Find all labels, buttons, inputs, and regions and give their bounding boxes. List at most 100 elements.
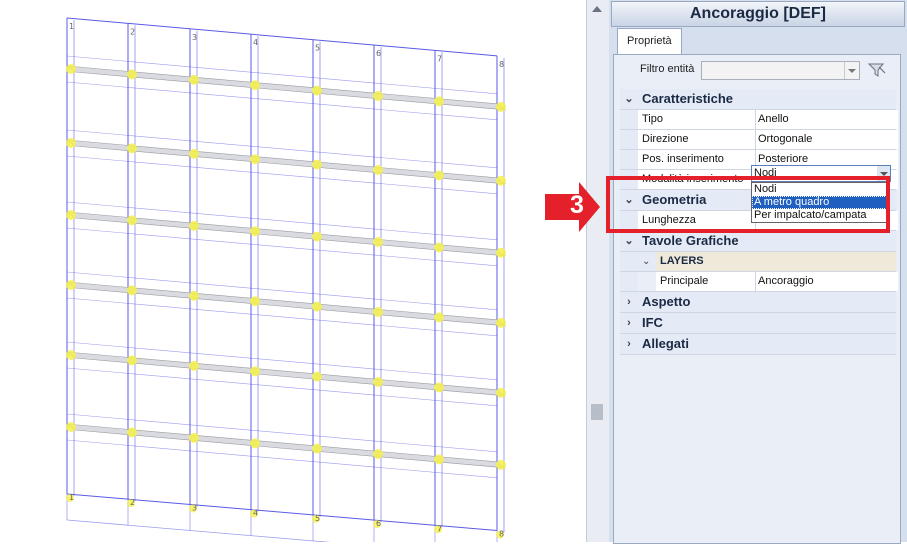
anchor-point [496, 101, 506, 112]
anchor-point [312, 443, 322, 454]
panel-tabbar: Proprietà [609, 27, 907, 55]
category-ifc[interactable]: › IFC [620, 313, 896, 334]
anchor-point [496, 175, 506, 186]
property-row-direzione[interactable]: Direzione Ortogonale [620, 130, 898, 150]
anchor-point [250, 296, 260, 307]
post-number-bottom: 6 [376, 519, 381, 528]
post-number-top: 4 [253, 38, 258, 47]
anchor-point [496, 459, 506, 470]
anchor-point [373, 237, 383, 248]
property-row-principale[interactable]: Principale Ancoraggio [620, 272, 898, 292]
post-number-bottom: 3 [192, 503, 197, 512]
anchor-point [127, 143, 137, 154]
filter-icon[interactable] [868, 62, 886, 78]
anchor-point [66, 350, 76, 360]
anchor-point [496, 247, 506, 258]
anchor-point [127, 355, 137, 366]
property-row-tipo[interactable]: Tipo Anello [620, 110, 898, 130]
post-number-top: 6 [376, 49, 381, 58]
anchor-point [312, 371, 322, 382]
property-name: Tipo [638, 110, 756, 129]
collapse-icon[interactable]: ⌄ [642, 252, 650, 271]
anchor-point [250, 226, 260, 237]
property-value[interactable]: Ancoraggio [756, 272, 898, 291]
anchor-point [66, 64, 76, 74]
subcategory-layers[interactable]: ⌄ LAYERS [620, 252, 896, 272]
anchor-point [312, 301, 322, 312]
post-number-top: 5 [315, 44, 320, 53]
anchor-point [127, 69, 137, 80]
anchor-point [189, 74, 199, 85]
anchor-point [189, 220, 199, 231]
scaffold-top-beam [66, 17, 498, 57]
callout-number: 3 [570, 191, 584, 219]
filter-label: Filtro entità [640, 63, 695, 75]
anchor-point [434, 96, 444, 107]
anchor-point [434, 312, 444, 323]
anchor-point [66, 422, 76, 432]
anchor-point [434, 170, 444, 181]
property-name: Direzione [638, 130, 756, 149]
expand-icon[interactable]: › [624, 313, 634, 333]
tab-properties[interactable]: Proprietà [617, 28, 682, 54]
post-number-top: 8 [499, 60, 504, 69]
properties-body: Filtro entità ⌄ Caratteristiche Tipo Ane… [613, 54, 901, 544]
viewport-scrollbar[interactable] [586, 0, 610, 542]
anchor-point [373, 91, 383, 102]
post-number-bottom: 4 [253, 509, 258, 518]
anchor-point [250, 154, 260, 165]
anchor-point [189, 148, 199, 159]
anchor-point [127, 215, 137, 226]
anchor-point [373, 449, 383, 460]
property-value[interactable]: Ortogonale [756, 130, 898, 149]
expand-icon[interactable]: › [624, 334, 634, 354]
scroll-up-icon[interactable] [592, 6, 602, 12]
anchor-point [127, 285, 137, 296]
category-aspetto[interactable]: › Aspetto [620, 292, 896, 313]
anchor-point [312, 231, 322, 242]
anchor-point [496, 317, 506, 328]
post-number-top: 1 [69, 22, 74, 31]
anchor-point [66, 138, 76, 148]
post-number-top: 3 [192, 33, 197, 42]
collapse-icon[interactable]: ⌄ [624, 231, 634, 251]
property-name: Principale [656, 272, 756, 291]
post-number-bottom: 1 [69, 493, 74, 502]
anchor-point [434, 382, 444, 393]
filter-combobox[interactable] [701, 61, 860, 80]
anchor-point [66, 210, 76, 220]
anchor-point [66, 280, 76, 290]
collapse-icon[interactable]: ⌄ [624, 89, 634, 109]
anchor-point [312, 159, 322, 170]
property-value[interactable]: Anello [756, 110, 898, 129]
category-caratteristiche[interactable]: ⌄ Caratteristiche [620, 89, 896, 110]
scroll-thumb[interactable] [591, 404, 603, 420]
property-name: Pos. inserimento [638, 150, 756, 169]
anchor-point [250, 366, 260, 377]
anchor-point [373, 377, 383, 388]
category-tavole-grafiche[interactable]: ⌄ Tavole Grafiche [620, 231, 896, 252]
post-number-top: 2 [130, 27, 135, 36]
anchor-point [312, 85, 322, 96]
anchor-point [434, 242, 444, 253]
anchor-point [127, 427, 137, 438]
anchor-point [189, 290, 199, 301]
expand-icon[interactable]: › [624, 292, 634, 312]
anchor-point [373, 165, 383, 176]
scaffold-base-line [66, 519, 366, 545]
highlight-box [606, 176, 890, 233]
anchor-point [250, 438, 260, 449]
category-allegati[interactable]: › Allegati [620, 334, 896, 355]
anchor-point [250, 80, 260, 91]
anchor-point [373, 307, 383, 318]
post-number-bottom: 7 [437, 524, 442, 533]
properties-panel: Ancoraggio [DEF] Proprietà Filtro entità… [609, 0, 907, 544]
post-number-bottom: 8 [499, 530, 504, 539]
anchor-point [189, 360, 199, 371]
anchor-point [189, 432, 199, 443]
post-number-top: 7 [437, 54, 442, 63]
chevron-down-icon[interactable] [844, 62, 859, 79]
panel-title: Ancoraggio [DEF] [611, 1, 905, 27]
3d-viewport[interactable]: 1 2 3 4 5 6 7 8 1 2 3 4 5 6 7 8 [0, 0, 586, 545]
scaffold-wireframe: 1 2 3 4 5 6 7 8 1 2 3 4 5 6 7 8 [65, 17, 507, 545]
